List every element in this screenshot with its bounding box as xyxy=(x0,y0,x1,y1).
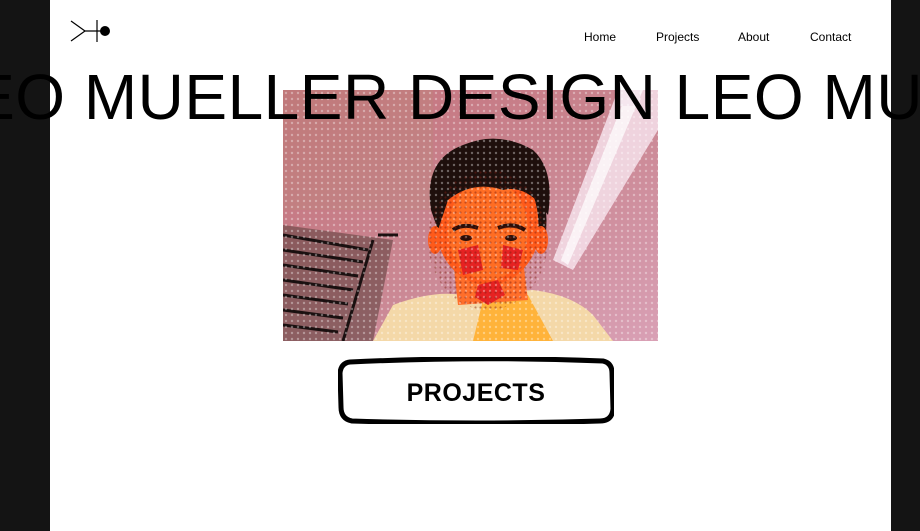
projects-button-label: PROJECTS xyxy=(406,379,546,407)
logo-icon[interactable] xyxy=(70,18,114,44)
nav-projects-link[interactable]: Projects xyxy=(656,30,699,44)
nav-home-link[interactable]: Home xyxy=(584,30,616,44)
projects-button[interactable]: PROJECTS xyxy=(338,357,614,424)
hero-marquee-text: LEO MUELLER DESIGN LEO MUELLER DESIGN LE… xyxy=(0,61,920,133)
nav-about-link[interactable]: About xyxy=(738,30,769,44)
hero-marquee: LEO MUELLER DESIGN LEO MUELLER DESIGN LE… xyxy=(0,60,920,135)
nav-contact-link[interactable]: Contact xyxy=(810,30,851,44)
